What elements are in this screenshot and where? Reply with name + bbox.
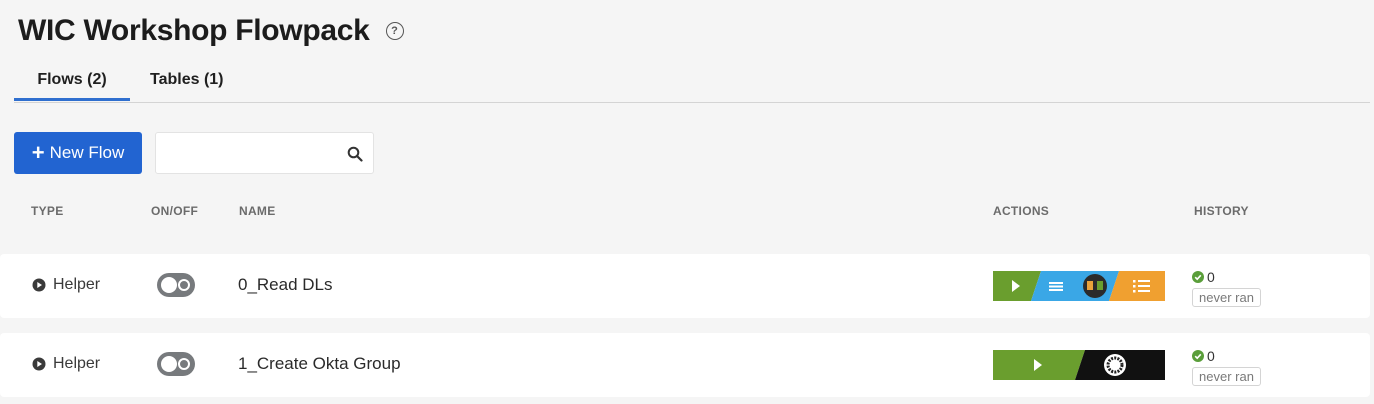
flow-history: 0 never ran xyxy=(1192,348,1261,386)
column-header-name: NAME xyxy=(239,204,276,218)
new-flow-label: New Flow xyxy=(49,143,125,162)
history-count: 0 xyxy=(1207,348,1215,364)
toggle-ring xyxy=(178,358,190,370)
column-header-history: HISTORY xyxy=(1194,204,1249,218)
connector-left-icon xyxy=(1087,281,1093,290)
tab-bar: Flows (2) Tables (1) xyxy=(14,64,1370,103)
toggle-knob xyxy=(161,277,177,293)
history-status-badge: never ran xyxy=(1192,367,1261,386)
search-icon[interactable] xyxy=(347,146,363,162)
tab-flows[interactable]: Flows (2) xyxy=(14,71,130,101)
new-flow-button[interactable]: + New Flow xyxy=(14,132,142,174)
history-status-badge: never ran xyxy=(1192,288,1261,307)
flow-name[interactable]: 1_Create Okta Group xyxy=(238,354,401,374)
table-row[interactable]: Helper 1_Create Okta Group 0 never ran xyxy=(0,333,1370,397)
flow-type-label: Helper xyxy=(53,276,101,293)
column-header-onoff: ON/OFF xyxy=(151,204,199,218)
okta-icon xyxy=(1104,354,1126,376)
connector-right-icon xyxy=(1097,281,1103,290)
connector-icon[interactable] xyxy=(1083,274,1107,298)
flow-toggle[interactable] xyxy=(157,273,195,297)
flow-actions[interactable] xyxy=(993,350,1165,380)
flow-type: Helper xyxy=(32,276,100,294)
flow-type: Helper xyxy=(32,355,100,373)
flow-history: 0 never ran xyxy=(1192,269,1261,307)
column-header-actions: ACTIONS xyxy=(993,204,1050,218)
check-circle-icon xyxy=(1192,350,1204,362)
table-row[interactable]: Helper 0_Read DLs 0 never ran xyxy=(0,254,1370,318)
play-circle-icon xyxy=(32,357,46,371)
plus-icon: + xyxy=(31,140,45,165)
column-header-type: TYPE xyxy=(31,204,64,218)
flow-name[interactable]: 0_Read DLs xyxy=(238,275,333,295)
page-header: WIC Workshop Flowpack ? xyxy=(18,14,404,48)
flow-actions[interactable] xyxy=(993,271,1165,301)
flow-type-label: Helper xyxy=(53,355,101,372)
toggle-ring xyxy=(178,279,190,291)
page-title: WIC Workshop Flowpack xyxy=(18,14,370,47)
toggle-knob xyxy=(161,356,177,372)
play-circle-icon xyxy=(32,278,46,292)
flow-toggle[interactable] xyxy=(157,352,195,376)
search-field[interactable] xyxy=(155,132,374,174)
history-count: 0 xyxy=(1207,269,1215,285)
help-icon[interactable]: ? xyxy=(385,22,404,40)
table-icon xyxy=(1049,282,1063,291)
tab-tables[interactable]: Tables (1) xyxy=(150,71,224,98)
check-circle-icon xyxy=(1192,271,1204,283)
